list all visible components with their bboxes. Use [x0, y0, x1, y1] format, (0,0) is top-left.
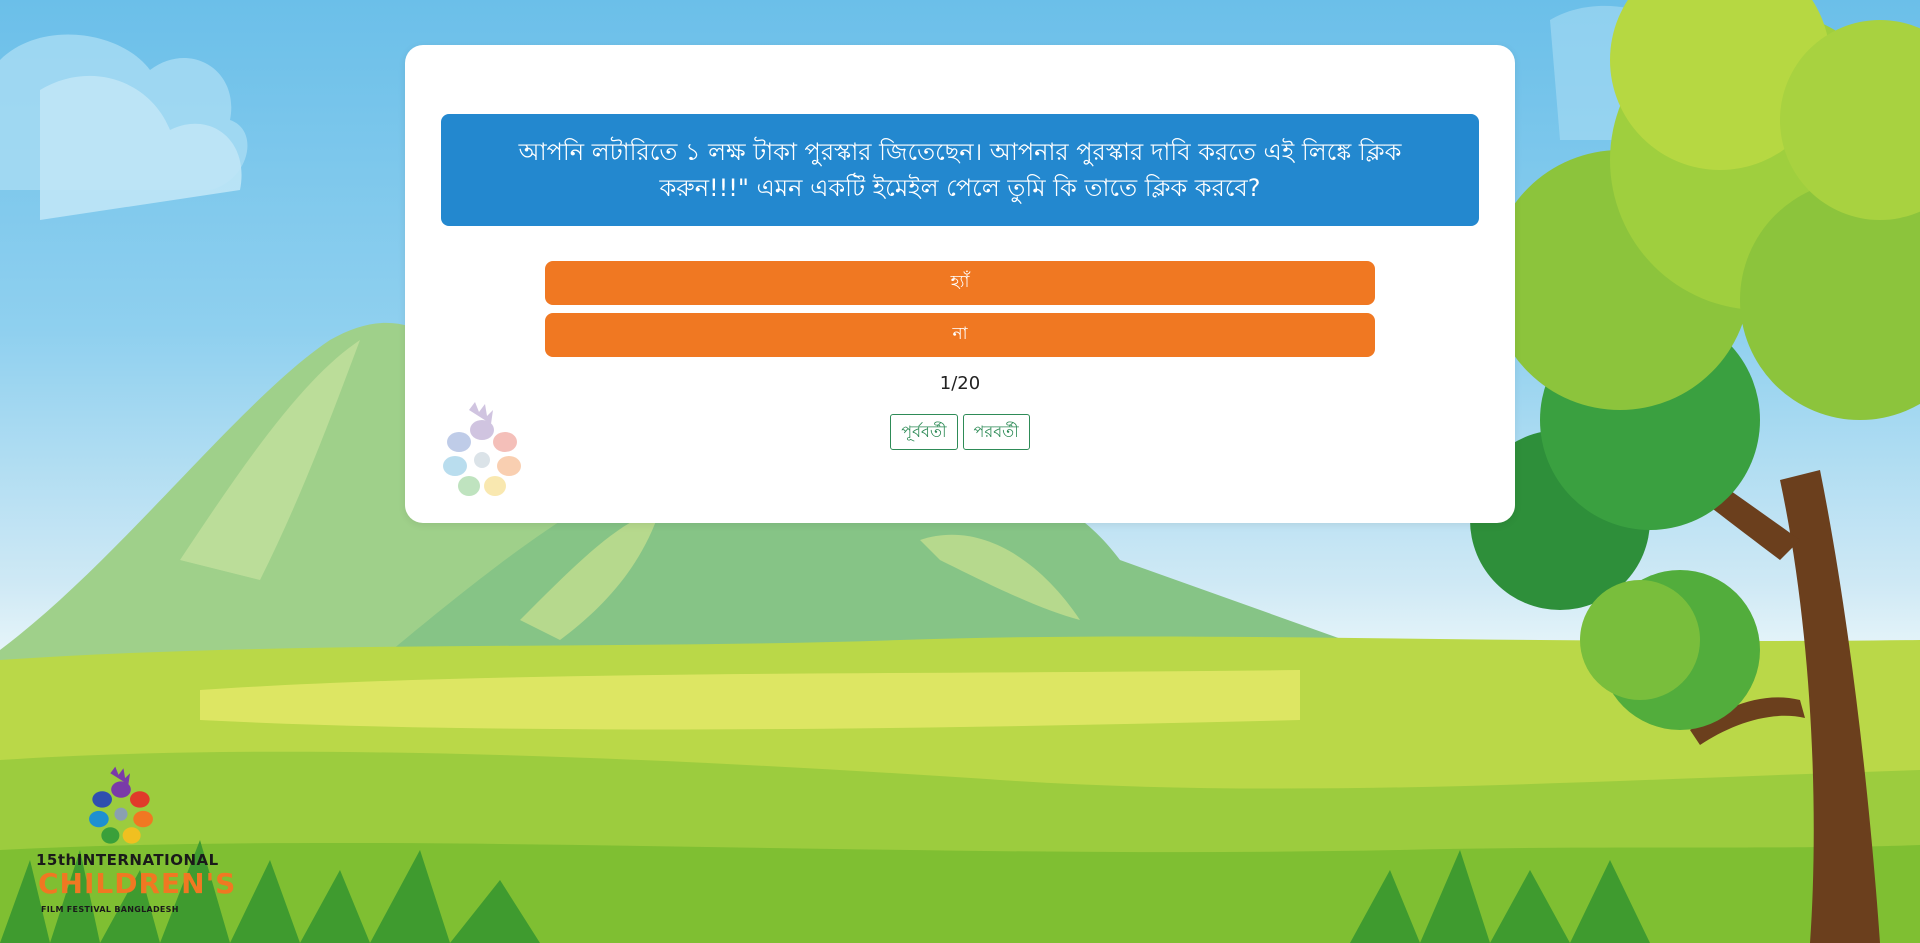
- next-button[interactable]: পরবর্তী: [962, 414, 1030, 450]
- question-text: আপনি লটারিতে ১ লক্ষ টাকা পুরস্কার জিতেছে…: [441, 114, 1479, 226]
- quiz-card: আপনি লটারিতে ১ লক্ষ টাকা পুরস্কার জিতেছে…: [405, 45, 1515, 523]
- logo-line-childrens: CHILDREN'S: [38, 867, 237, 900]
- option-no-button[interactable]: না: [545, 313, 1375, 357]
- festival-logo-icon: [89, 766, 153, 844]
- previous-button[interactable]: পূর্ববর্তী: [890, 414, 958, 450]
- logo-line-film-festival: FILM FESTIVAL BANGLADESH: [41, 905, 179, 914]
- festival-logo: 15thINTERNATIONAL CHILDREN'S FILM FESTIV…: [36, 765, 235, 920]
- question-progress: 1/20: [939, 373, 981, 394]
- festival-watermark-icon: [443, 402, 521, 496]
- navigation-row: পূর্ববর্তী পরবর্তী: [405, 414, 1515, 450]
- option-yes-button[interactable]: হ্যাঁ: [545, 261, 1375, 305]
- quiz-page: আপনি লটারিতে ১ লক্ষ টাকা পুরস্কার জিতেছে…: [0, 0, 1920, 943]
